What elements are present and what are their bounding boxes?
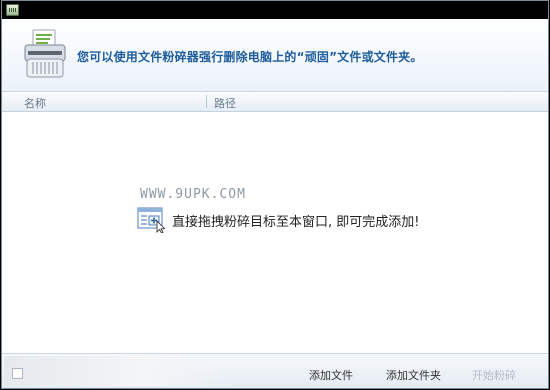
site-watermark: WWW.9UPK.COM — [140, 187, 246, 202]
column-header-name[interactable]: 名称 — [24, 95, 46, 111]
file-shredder-window: 您可以使用文件粉碎器强行删除电脑上的“顽固”文件或文件夹。 名称 路径 WWW.… — [1, 0, 549, 389]
list-header: 名称 路径 — [2, 92, 548, 112]
column-header-path[interactable]: 路径 — [214, 95, 236, 111]
add-file-button[interactable]: 添加文件 — [309, 367, 353, 383]
drop-hint-text: 直接拖拽粉碎目标至本窗口, 即可完成添加! — [172, 215, 420, 230]
column-divider[interactable] — [206, 95, 207, 108]
shredder-icon — [24, 29, 66, 78]
add-folder-button[interactable]: 添加文件夹 — [386, 367, 441, 383]
select-all-checkbox[interactable] — [12, 368, 23, 379]
start-shred-button[interactable]: 开始粉碎 — [472, 367, 516, 383]
footer-left-blurred-region — [4, 356, 238, 386]
app-icon — [6, 4, 19, 16]
footer-bar: 添加文件 添加文件夹 开始粉碎 — [2, 353, 548, 388]
title-bar[interactable] — [2, 1, 548, 19]
file-drop-area[interactable] — [2, 112, 548, 352]
banner-message: 您可以使用文件粉碎器强行删除电脑上的“顽固”文件或文件夹。 — [77, 50, 423, 64]
drag-add-icon — [137, 207, 166, 233]
info-banner: 您可以使用文件粉碎器强行删除电脑上的“顽固”文件或文件夹。 — [2, 19, 548, 92]
